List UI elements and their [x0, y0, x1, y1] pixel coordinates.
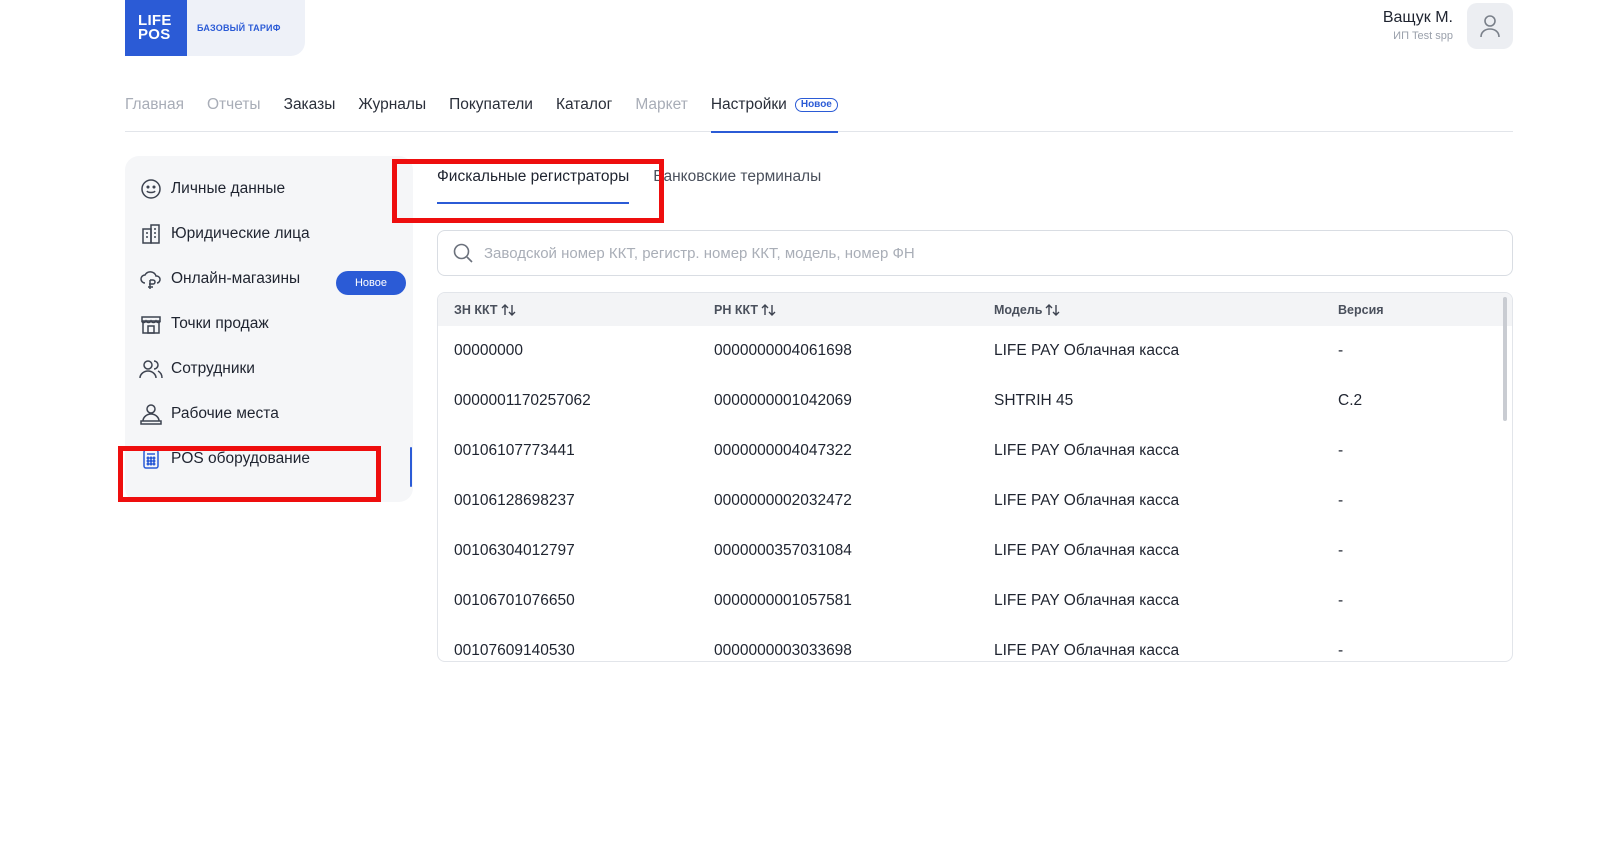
cell-serial: 00106701076650 [454, 592, 575, 609]
smile-icon [139, 177, 163, 201]
nav-settings-label: Настройки [710, 96, 787, 113]
fiscal-registrars-table: ЗН ККТ РН ККТ Модель Версия 00000000 000… [437, 292, 1513, 662]
table-row[interactable]: 00106701076650 0000000001057581 LIFE PAY… [438, 576, 1512, 626]
nav-home[interactable]: Главная [125, 94, 184, 132]
cell-model: SHTRIH 45 [994, 392, 1074, 409]
cell-model: LIFE PAY Облачная касса [994, 342, 1180, 359]
cell-reg-number: 0000000004061698 [714, 342, 852, 359]
cell-version: - [1338, 442, 1344, 459]
table-row[interactable]: 00106107773441 0000000004047322 LIFE PAY… [438, 426, 1512, 476]
column-header-version: Версия [1338, 302, 1384, 317]
plan-label: БАЗОВЫЙ ТАРИФ [181, 0, 305, 56]
search-input[interactable] [484, 244, 1444, 262]
logo-mark: LIFE POS [125, 0, 187, 56]
sidebar-item-label: Рабочие места [171, 405, 279, 422]
sort-icon [761, 303, 776, 316]
sidebar-item-workplaces[interactable]: Рабочие места [139, 401, 279, 427]
cell-reg-number: 0000000001042069 [714, 392, 852, 409]
cell-serial: 00106128698237 [454, 492, 575, 509]
new-badge: Новое [794, 98, 838, 112]
workstation-user-icon [139, 402, 163, 426]
table-row[interactable]: 00106128698237 0000000002032472 LIFE PAY… [438, 476, 1512, 526]
cell-model: LIFE PAY Облачная касса [994, 642, 1180, 659]
sort-icon [1045, 303, 1060, 316]
cell-reg-number: 0000000002032472 [714, 492, 852, 509]
cell-version: - [1338, 642, 1344, 659]
cell-model: LIFE PAY Облачная касса [994, 542, 1180, 559]
sidebar-item-personal-data[interactable]: Личные данные [139, 176, 285, 202]
cell-serial: 00106304012797 [454, 542, 575, 559]
sidebar-item-legal-entities[interactable]: Юридические лица [139, 221, 310, 247]
users-icon [139, 357, 163, 381]
column-header-serial[interactable]: ЗН ККТ [454, 293, 517, 326]
cell-version: - [1338, 342, 1344, 359]
table-row[interactable]: 00106304012797 0000000357031084 LIFE PAY… [438, 526, 1512, 576]
cell-serial: 00000000 [454, 342, 523, 359]
building-icon [139, 222, 163, 246]
highlight-box-tab [392, 159, 664, 223]
table-scrollbar[interactable] [1503, 297, 1507, 421]
sidebar-item-employees[interactable]: Сотрудники [139, 356, 255, 382]
new-badge: Новое [336, 271, 406, 295]
sidebar-item-label: Юридические лица [171, 225, 310, 242]
cell-serial: 0000001170257062 [454, 392, 591, 409]
search-box[interactable] [437, 230, 1513, 276]
cell-version: - [1338, 492, 1344, 509]
cell-reg-number: 0000000001057581 [714, 592, 852, 609]
column-header-reg-number[interactable]: РН ККТ [714, 293, 777, 326]
nav-market[interactable]: Маркет [635, 94, 688, 132]
nav-reports[interactable]: Отчеты [207, 94, 261, 132]
highlight-box-pos-equipment [118, 446, 381, 502]
cell-serial: 00107609140530 [454, 642, 575, 659]
cell-version: - [1338, 592, 1344, 609]
table-row[interactable]: 00000000 0000000004061698 LIFE PAY Облач… [438, 326, 1512, 376]
column-header-model[interactable]: Модель [994, 293, 1061, 326]
sidebar-item-label: Точки продаж [171, 315, 269, 332]
user-info[interactable]: Ващук М. ИП Test spp [1383, 9, 1453, 42]
nav-journals[interactable]: Журналы [358, 94, 426, 132]
nav-catalog[interactable]: Каталог [556, 94, 612, 132]
sidebar-item-label: Сотрудники [171, 360, 255, 377]
cloud-ruble-icon [139, 267, 163, 291]
nav-settings[interactable]: Настройки Новое [710, 94, 838, 133]
logo[interactable]: LIFE POS БАЗОВЫЙ ТАРИФ [125, 0, 305, 56]
sidebar-item-online-stores[interactable]: Онлайн-магазины [139, 266, 300, 292]
logo-line2: POS [138, 26, 171, 43]
cell-reg-number: 0000000004047322 [714, 442, 852, 459]
cell-reg-number: 0000000003033698 [714, 642, 852, 659]
tab-bank-terminals[interactable]: Банковские терминалы [653, 168, 821, 206]
cell-model: LIFE PAY Облачная касса [994, 442, 1180, 459]
sort-icon [501, 303, 516, 316]
nav-customers[interactable]: Покупатели [449, 94, 533, 132]
table-row[interactable]: 00107609140530 0000000003033698 LIFE PAY… [438, 626, 1512, 661]
avatar[interactable] [1467, 3, 1513, 49]
cell-serial: 00106107773441 [454, 442, 575, 459]
sidebar-item-label: Онлайн-магазины [171, 270, 301, 287]
sidebar-item-sales-points[interactable]: Точки продаж [139, 311, 269, 337]
user-org: ИП Test spp [1393, 30, 1453, 42]
table-row[interactable]: 0000001170257062 0000000001042069 SHTRIH… [438, 376, 1512, 426]
cell-version: - [1338, 542, 1344, 559]
table-header: ЗН ККТ РН ККТ Модель Версия [438, 293, 1512, 326]
cell-version: C.2 [1338, 392, 1363, 409]
cell-model: LIFE PAY Облачная касса [994, 592, 1180, 609]
store-icon [139, 312, 163, 336]
sidebar-item-label: Личные данные [171, 180, 286, 197]
nav-orders[interactable]: Заказы [284, 94, 336, 132]
cell-model: LIFE PAY Облачная касса [994, 492, 1180, 509]
search-icon [453, 243, 473, 263]
user-name: Ващук М. [1382, 9, 1453, 26]
top-navigation: Главная Отчеты Заказы Журналы Покупатели… [125, 94, 1513, 133]
user-icon [1480, 15, 1500, 38]
sidebar-active-indicator [410, 447, 412, 487]
cell-reg-number: 0000000357031084 [714, 542, 852, 559]
